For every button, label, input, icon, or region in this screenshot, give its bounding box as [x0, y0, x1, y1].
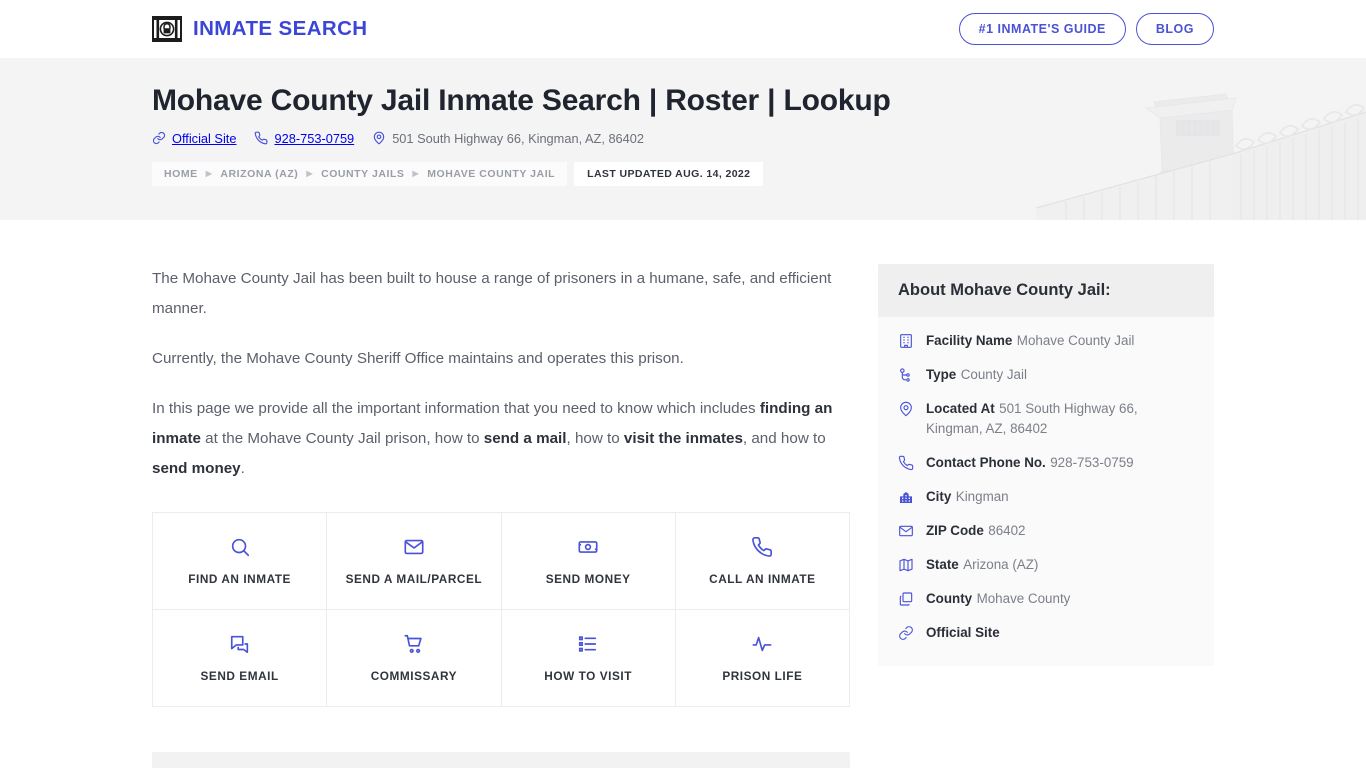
breadcrumb-item-county-jails[interactable]: COUNTY JAILS: [321, 168, 404, 180]
breadcrumb-item-home[interactable]: HOME: [164, 168, 198, 180]
item-label: State: [926, 557, 959, 572]
list-icon: [577, 633, 599, 655]
official-site-item[interactable]: Official Site: [898, 623, 1194, 642]
sidebar: About Mohave County Jail: Facility Name …: [878, 264, 1214, 768]
action-label: SEND EMAIL: [200, 669, 279, 683]
map-icon: [898, 555, 915, 575]
inmates-guide-button[interactable]: #1 INMATE'S GUIDE: [958, 12, 1126, 46]
chevron-right-icon: ▶: [205, 168, 213, 178]
about-facility-card: About Mohave County Jail: Facility Name …: [878, 264, 1214, 666]
item-value: Mohave County Jail: [1016, 333, 1135, 348]
link-icon: [152, 131, 166, 145]
phone-number: 928-753-0759: [274, 130, 355, 146]
about-facility-list: Facility Name Mohave County Jail Type Co…: [878, 317, 1214, 666]
item-label: City: [926, 489, 952, 504]
phone-link[interactable]: 928-753-0759: [254, 131, 354, 146]
chevron-right-icon: ▶: [306, 168, 314, 178]
about-facility-title: About Mohave County Jail:: [878, 264, 1214, 317]
city-icon: [898, 487, 915, 507]
page-body: The Mohave County Jail has been built to…: [0, 220, 1366, 768]
intro-paragraphs: The Mohave County Jail has been built to…: [152, 264, 850, 484]
item-label: Official Site: [926, 625, 1000, 640]
site-header: INMATE SEARCH #1 INMATE'S GUIDE BLOG: [0, 0, 1366, 58]
jail-padlock-icon: [152, 14, 182, 44]
action-call-an-inmate[interactable]: CALL AN INMATE: [675, 513, 850, 610]
content-placeholder-block: [152, 752, 850, 768]
action-prison-life[interactable]: PRISON LIFE: [675, 610, 850, 707]
item-label: Contact Phone No.: [926, 455, 1046, 470]
money-icon: [577, 536, 599, 558]
official-site-label: Official Site: [172, 130, 237, 146]
blog-button[interactable]: BLOG: [1135, 12, 1214, 46]
shopping-cart-icon: [403, 633, 425, 655]
breadcrumb: HOME ▶ ARIZONA (AZ) ▶ COUNTY JAILS ▶ MOH…: [152, 161, 1214, 186]
header-actions: #1 INMATE'S GUIDE BLOG: [958, 12, 1214, 46]
location-pin-icon: [898, 399, 915, 439]
item-label: County: [926, 591, 973, 606]
item-value: 86402: [988, 523, 1026, 538]
breadcrumb-item-mohave-county-jail[interactable]: MOHAVE COUNTY JAIL: [427, 168, 555, 180]
paragraph: Currently, the Mohave County Sheriff Off…: [152, 350, 684, 367]
page-title: Mohave County Jail Inmate Search | Roste…: [152, 84, 891, 117]
action-find-an-inmate[interactable]: FIND AN INMATE: [153, 513, 328, 610]
node-type-icon: [898, 365, 915, 385]
search-icon: [229, 536, 251, 558]
item-value: Mohave County: [976, 591, 1071, 606]
action-send-money[interactable]: SEND MONEY: [501, 513, 676, 610]
county-item: County Mohave County: [898, 589, 1194, 609]
action-send-a-mail-parcel[interactable]: SEND A MAIL/PARCEL: [327, 513, 502, 610]
location-pin-icon: [372, 131, 386, 145]
breadcrumb-crumbs: HOME ▶ ARIZONA (AZ) ▶ COUNTY JAILS ▶ MOH…: [152, 161, 568, 186]
paragraph: The Mohave County Jail has been built to…: [152, 270, 832, 317]
action-label: SEND MONEY: [545, 572, 631, 586]
envelope-icon: [403, 536, 425, 558]
item-label: Facility Name: [926, 333, 1013, 348]
action-label: FIND AN INMATE: [188, 572, 291, 586]
chevron-right-icon: ▶: [412, 168, 420, 178]
type-item: Type County Jail: [898, 365, 1194, 385]
hero-meta-row: Official Site 928-753-0759 501 South Hig…: [152, 131, 1214, 146]
item-value: 928-753-0759: [1050, 455, 1134, 470]
breadcrumb-item-arizona[interactable]: ARIZONA (AZ): [220, 168, 298, 180]
action-label: COMMISSARY: [370, 669, 458, 683]
zip-code-item: ZIP Code 86402: [898, 521, 1194, 541]
brand-logo-link[interactable]: INMATE SEARCH: [152, 14, 368, 44]
hero-section: Mohave County Jail Inmate Search | Roste…: [0, 58, 1366, 220]
item-value: Kingman: [955, 489, 1009, 504]
item-label: Type: [926, 367, 957, 382]
main-content: The Mohave County Jail has been built to…: [152, 264, 850, 768]
phone-icon: [898, 453, 915, 473]
paragraph: In this page we provide all the importan…: [152, 400, 833, 477]
action-label: CALL AN INMATE: [709, 572, 816, 586]
item-label: ZIP Code: [926, 523, 984, 538]
envelope-icon: [898, 521, 915, 541]
action-commissary[interactable]: COMMISSARY: [327, 610, 502, 707]
copy-icon: [898, 589, 915, 609]
city-item: City Kingman: [898, 487, 1194, 507]
item-value: County Jail: [960, 367, 1027, 382]
action-how-to-visit[interactable]: HOW TO VISIT: [501, 610, 676, 707]
phone-icon: [751, 536, 773, 558]
link-icon: [898, 623, 915, 642]
action-grid: FIND AN INMATE SEND A MAIL/PARCEL SEND M…: [152, 512, 850, 707]
official-site-link[interactable]: Official Site: [152, 131, 236, 146]
action-label: HOW TO VISIT: [544, 669, 632, 683]
facility-name-item: Facility Name Mohave County Jail: [898, 331, 1194, 351]
located-at-item: Located At 501 South Highway 66, Kingman…: [898, 399, 1194, 439]
action-label: PRISON LIFE: [722, 669, 803, 683]
chat-bubbles-icon: [229, 633, 251, 655]
building-icon: [898, 331, 915, 351]
last-updated-badge: LAST UPDATED AUG. 14, 2022: [574, 161, 764, 186]
address-text: 501 South Highway 66, Kingman, AZ, 86402: [392, 130, 645, 146]
item-value: Arizona (AZ): [963, 557, 1039, 572]
action-label: SEND A MAIL/PARCEL: [345, 572, 483, 586]
contact-phone-item: Contact Phone No. 928-753-0759: [898, 453, 1194, 473]
pulse-icon: [751, 633, 773, 655]
brand-name: INMATE SEARCH: [193, 17, 368, 40]
phone-icon: [254, 131, 268, 145]
state-item: State Arizona (AZ): [898, 555, 1194, 575]
address-meta: 501 South Highway 66, Kingman, AZ, 86402: [372, 131, 644, 146]
action-send-email[interactable]: SEND EMAIL: [153, 610, 328, 707]
item-label: Located At: [926, 401, 995, 416]
